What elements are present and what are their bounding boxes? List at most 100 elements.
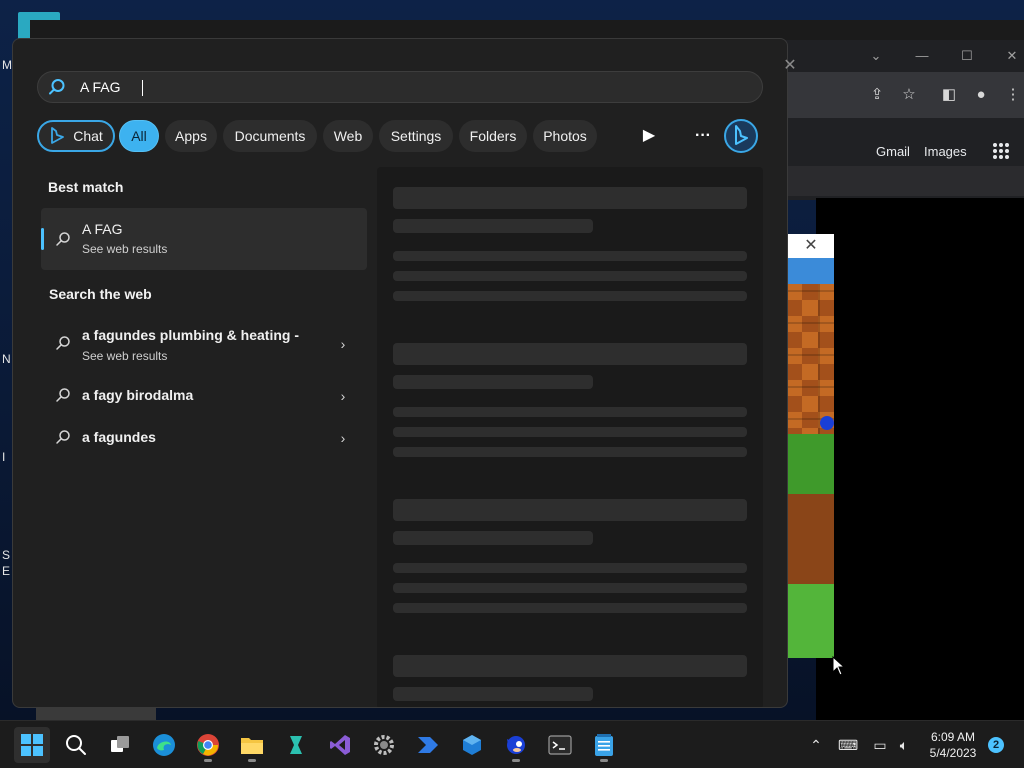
game-window[interactable]: ✕ [786,234,834,658]
taskbar-search-button[interactable] [58,727,94,763]
chevron-up-icon[interactable]: ⌃ [806,735,826,755]
skeleton-line [393,407,747,417]
filter-all[interactable]: All [119,120,159,152]
running-indicator [204,759,212,762]
web-result-item[interactable]: a fagy birodalma › [41,383,367,423]
web-result-subtitle: See web results [82,349,168,363]
game-grass [786,584,834,658]
volume-icon[interactable]: 🔈︎ [894,735,914,755]
close-icon[interactable]: ✕ [780,56,800,76]
search-input[interactable] [80,75,680,99]
search-flyout: Chat All Apps Documents Web Settings Fol… [12,38,788,708]
skeleton-line [393,655,747,677]
chat-filter-label: Chat [73,128,103,144]
google-apps-icon[interactable] [993,143,1009,159]
minimize-icon[interactable]: — [910,46,934,66]
settings-button[interactable] [366,727,402,763]
search-icon [56,336,70,350]
sonic-button[interactable] [498,727,534,763]
filter-folders[interactable]: Folders [459,120,527,152]
terminal-button[interactable] [542,727,578,763]
notepad-button[interactable] [586,727,622,763]
chevron-down-icon[interactable]: ⌄ [864,46,888,66]
best-match-item[interactable]: A FAG See web results [41,208,367,270]
more-options-icon[interactable]: ··· [687,120,719,152]
filter-apps[interactable]: Apps [165,120,217,152]
web-result-title: a fagy birodalma [82,387,194,403]
game-dirt [786,494,834,584]
mouse-cursor-icon [832,656,846,676]
start-button[interactable] [14,727,50,763]
close-icon[interactable]: ✕ [800,235,822,257]
blue-cube-button[interactable] [454,727,490,763]
chrome-window[interactable]: ⌄ — ☐ ✕ ⇪ ☆ ◧ ● ⋮ Gmail Images [780,40,1024,200]
game-titlebar[interactable]: ✕ [786,234,834,258]
chevron-right-icon[interactable]: › [337,431,349,445]
share-icon[interactable]: ⇪ [866,84,888,106]
notification-badge[interactable]: 2 [988,737,1004,753]
search-box[interactable] [37,71,763,103]
web-result-title: a fagundes plumbing & heating - [82,327,299,343]
chevron-right-icon[interactable]: › [337,389,349,403]
skeleton-line [393,499,747,521]
skeleton-line [393,219,593,233]
file-explorer-icon [241,738,263,754]
visual-studio-button[interactable] [322,727,358,763]
chevron-right-icon[interactable]: › [337,337,349,351]
file-explorer-button[interactable] [234,727,270,763]
chat-filter-button[interactable]: Chat [37,120,115,152]
skeleton-line [393,583,747,593]
notepad-icon [595,734,613,756]
chrome-toolbar: ⇪ ☆ ◧ ● ⋮ [780,72,1024,118]
side-panel-icon[interactable]: ◧ [938,84,960,106]
terminal-icon [548,735,572,755]
filter-settings[interactable]: Settings [379,120,453,152]
system-clock[interactable]: 6:09 AM 5/4/2023 [920,729,986,761]
search-icon [66,735,86,755]
edge-icon [153,734,175,756]
bookmark-star-icon[interactable]: ☆ [898,84,920,106]
teal-app-button[interactable] [278,727,314,763]
filter-documents[interactable]: Documents [223,120,317,152]
bing-icon[interactable] [723,118,759,154]
play-icon[interactable]: ▶ [633,120,665,152]
web-result-item[interactable]: a fagundes plumbing & heating - See web … [41,321,367,363]
filter-web[interactable]: Web [323,120,373,152]
skeleton-line [393,531,593,545]
keyboard-icon[interactable]: ⌨ [838,735,858,755]
task-view-icon [111,736,129,752]
edge-button[interactable] [146,727,182,763]
maximize-icon[interactable]: ☐ [955,46,979,66]
game-grass [786,434,834,494]
chrome-titlebar[interactable]: ⌄ — ☐ ✕ [780,40,1024,72]
clock-date: 5/4/2023 [929,746,977,760]
task-view-button[interactable] [102,727,138,763]
skeleton-line [393,427,747,437]
close-icon[interactable]: ✕ [1000,46,1024,66]
network-icon[interactable]: ▭ [870,735,890,755]
skeleton-line [393,687,593,701]
clock-time: 6:09 AM [930,730,976,744]
chrome-page [780,118,1024,200]
power-automate-button[interactable] [410,727,446,763]
kebab-menu-icon[interactable]: ⋮ [1002,84,1024,106]
images-link[interactable]: Images [924,144,967,159]
visual-studio-icon [330,735,350,755]
desktop-edge-text: I [2,450,6,464]
skeleton-line [393,271,747,281]
web-result-item[interactable]: a fagundes › [41,425,367,465]
sonic-icon [507,736,525,754]
page-content-dark [816,198,1024,720]
search-icon [56,388,70,402]
text-caret [142,80,143,96]
desktop-edge-text: N [2,352,11,366]
chrome-button[interactable] [190,727,226,763]
selection-indicator [41,228,44,250]
chrome-icon [197,734,219,756]
filter-photos[interactable]: Photos [533,120,597,152]
profile-icon[interactable]: ● [970,84,992,106]
gmail-link[interactable]: Gmail [876,144,910,159]
desktop-edge-text: M [2,58,12,72]
background-window [30,20,1024,40]
preview-pane-loading [377,167,763,707]
